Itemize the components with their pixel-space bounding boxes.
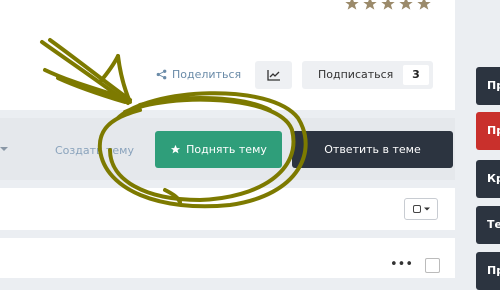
ellipsis-icon[interactable]: ••• (390, 258, 413, 271)
sidebar-tab-2[interactable]: Пр (476, 112, 500, 150)
sidebar-tab-label: Кр (487, 172, 500, 185)
post-panel (0, 238, 455, 278)
checkbox-icon (412, 205, 421, 213)
share-label: Поделиться (172, 68, 242, 81)
star-icon[interactable] (344, 0, 360, 12)
stats-button[interactable] (255, 61, 292, 89)
subscribe-button[interactable]: Подписаться 3 (302, 61, 433, 89)
sidebar-tab-5[interactable]: Пр (476, 252, 500, 290)
star-icon[interactable] (362, 0, 378, 12)
sidebar-tab-4[interactable]: Те (476, 206, 500, 244)
sidebar-tab-label: Пр (487, 124, 500, 137)
star-icon[interactable] (398, 0, 414, 12)
chevron-down-icon[interactable] (0, 145, 10, 155)
sidebar-tab-1[interactable]: Пр (476, 67, 500, 105)
subscriber-count-badge: 3 (403, 65, 429, 85)
posts-toolbar (0, 188, 455, 230)
share-link[interactable]: Поделиться (156, 68, 241, 81)
topic-header-panel (0, 0, 455, 110)
sidebar-tab-label: Пр (487, 264, 500, 277)
reply-button[interactable]: Ответить в теме (292, 131, 453, 168)
share-icon (156, 69, 167, 80)
star-icon[interactable] (380, 0, 396, 12)
post-select-checkbox[interactable] (425, 258, 440, 273)
raise-topic-button[interactable]: Поднять тему (155, 131, 282, 168)
star-icon (171, 144, 181, 154)
reply-label: Ответить в теме (324, 143, 421, 156)
create-topic-link[interactable]: Создать тему (55, 144, 134, 157)
select-all-toggle[interactable] (404, 198, 438, 220)
line-chart-icon (266, 70, 280, 81)
subscribe-label: Подписаться (318, 68, 394, 81)
chevron-down-icon (423, 206, 430, 212)
rating-stars[interactable] (344, 0, 434, 12)
star-icon[interactable] (416, 0, 432, 12)
sidebar-tab-label: Пр (487, 79, 500, 92)
sidebar-tab-3[interactable]: Кр (476, 160, 500, 198)
sidebar-tab-label: Те (487, 218, 500, 231)
raise-topic-label: Поднять тему (186, 143, 267, 156)
